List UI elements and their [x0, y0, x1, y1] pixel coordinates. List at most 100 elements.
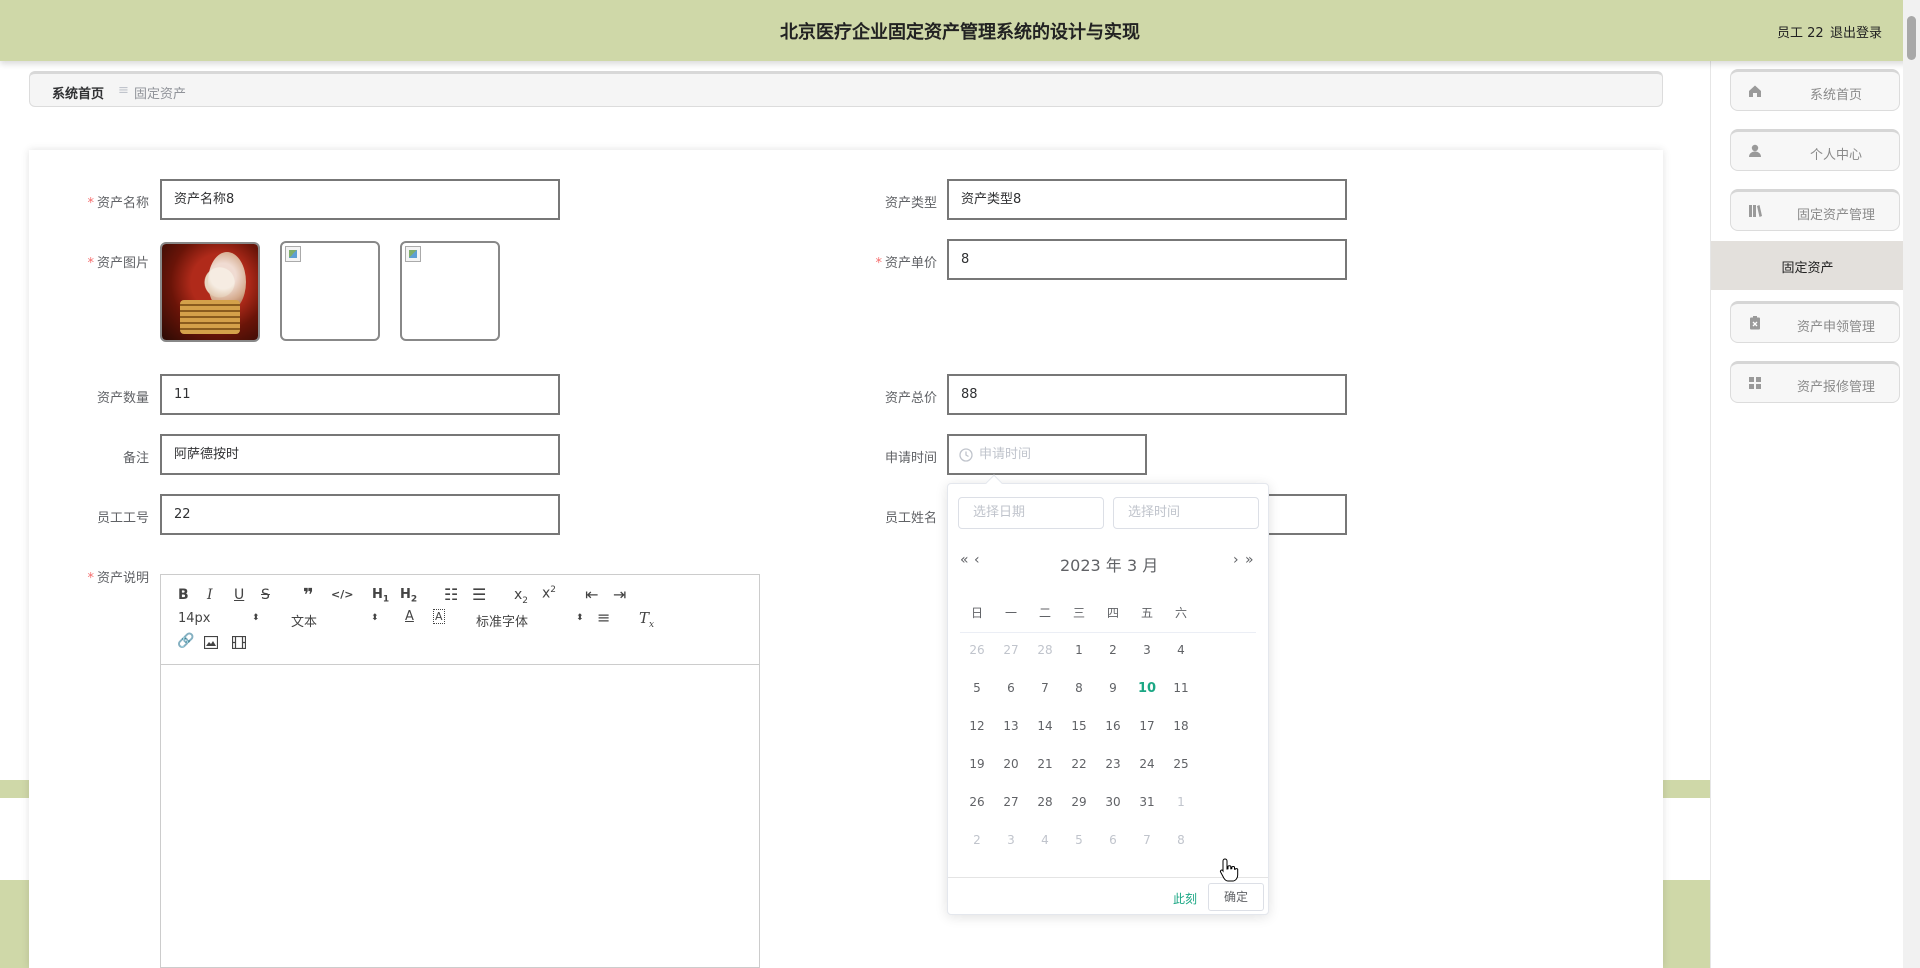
calendar-day[interactable]: 20 — [994, 757, 1028, 771]
calendar-day-today[interactable]: 10 — [1130, 681, 1164, 696]
calendar-day[interactable]: 17 — [1130, 719, 1164, 733]
page-scrollbar[interactable] — [1903, 0, 1920, 968]
calendar-day[interactable]: 21 — [1028, 757, 1062, 771]
calendar-day[interactable]: 28 — [1028, 795, 1062, 809]
calendar-day[interactable]: 22 — [1062, 757, 1096, 771]
prev-month-icon[interactable]: ‹ — [974, 552, 980, 568]
subscript-icon[interactable]: x2 — [514, 587, 528, 606]
sidebar-subitem-fixed-asset[interactable]: 固定资产 — [1711, 241, 1904, 290]
calendar-day[interactable]: 8 — [1164, 833, 1198, 847]
now-button[interactable]: 此刻 — [1173, 890, 1197, 907]
logout-link[interactable]: 退出登录 — [1830, 22, 1882, 41]
calendar-day[interactable]: 1 — [1062, 643, 1096, 657]
quantity-label: 资产数量 — [96, 391, 149, 406]
breadcrumb-home[interactable]: 系统首页 — [52, 83, 104, 102]
calendar-day[interactable]: 8 — [1062, 681, 1096, 695]
calendar-day[interactable]: 5 — [1062, 833, 1096, 847]
link-icon[interactable]: 🔗 — [177, 633, 194, 649]
calendar-day[interactable]: 24 — [1130, 757, 1164, 771]
bold-icon[interactable]: B — [178, 587, 189, 603]
picker-month-label[interactable]: 3 月 — [1127, 552, 1158, 576]
calendar-day[interactable]: 7 — [1028, 681, 1062, 695]
sidebar-item-profile[interactable]: 个人中心 — [1730, 129, 1900, 171]
calendar-day[interactable]: 3 — [1130, 643, 1164, 657]
indent-icon[interactable]: ⇥ — [613, 585, 626, 604]
calendar-day[interactable]: 6 — [1096, 833, 1130, 847]
confirm-button[interactable]: 确定 — [1208, 883, 1264, 911]
video-icon[interactable] — [232, 636, 246, 649]
calendar-day[interactable]: 3 — [994, 833, 1028, 847]
calendar-day[interactable]: 29 — [1062, 795, 1096, 809]
calendar-day[interactable]: 16 — [1096, 719, 1130, 733]
calendar-day[interactable]: 13 — [994, 719, 1028, 733]
calendar-day[interactable]: 18 — [1164, 719, 1198, 733]
picker-time-input[interactable]: 选择时间 — [1113, 497, 1259, 529]
calendar-day[interactable]: 12 — [960, 719, 994, 733]
editor-content-area[interactable] — [161, 666, 759, 967]
calendar-day[interactable]: 9 — [1096, 681, 1130, 695]
calendar-day[interactable]: 26 — [960, 643, 994, 657]
heading1-icon[interactable]: H1 — [372, 587, 389, 605]
calendar-day[interactable]: 4 — [1028, 833, 1062, 847]
quantity-input[interactable]: 11 — [160, 374, 560, 415]
calendar-day[interactable]: 31 — [1130, 795, 1164, 809]
calendar-day[interactable]: 28 — [1028, 643, 1062, 657]
asset-image-thumb-1[interactable] — [160, 242, 260, 342]
calendar-day[interactable]: 2 — [1096, 643, 1130, 657]
image-icon[interactable] — [204, 636, 218, 649]
employee-id-input[interactable]: 22 — [160, 494, 560, 535]
asset-name-input[interactable]: 资产名称8 — [160, 179, 560, 220]
font-family-select[interactable]: 标准字体 ⬍ — [476, 611, 584, 630]
font-size-select[interactable]: 14px ⬍ — [178, 611, 260, 626]
calendar-day[interactable]: 19 — [960, 757, 994, 771]
scrollbar-thumb[interactable] — [1907, 16, 1916, 60]
calendar-day[interactable]: 30 — [1096, 795, 1130, 809]
calendar-day[interactable]: 15 — [1062, 719, 1096, 733]
strike-icon[interactable]: S — [261, 587, 270, 603]
bullet-list-icon[interactable]: ☰ — [472, 585, 486, 604]
calendar-day[interactable]: 2 — [960, 833, 994, 847]
asset-image-thumb-3[interactable] — [400, 241, 500, 341]
clock-icon — [959, 448, 973, 462]
sidebar-item-asset-repair[interactable]: 资产报修管理 — [1730, 361, 1900, 403]
calendar-day[interactable]: 1 — [1164, 795, 1198, 809]
calendar-day[interactable]: 4 — [1164, 643, 1198, 657]
clear-format-icon[interactable]: Tx — [639, 609, 654, 630]
outdent-icon[interactable]: ⇤ — [585, 585, 598, 604]
sidebar-item-fixed-asset-management[interactable]: 固定资产管理 — [1730, 189, 1900, 231]
ordered-list-icon[interactable]: ☷ — [444, 585, 458, 604]
heading2-icon[interactable]: H2 — [400, 587, 417, 605]
calendar-day[interactable]: 7 — [1130, 833, 1164, 847]
font-color-icon[interactable]: A — [405, 609, 414, 624]
align-icon[interactable]: ≡ — [597, 608, 610, 627]
remark-input[interactable]: 阿萨德按时 — [160, 434, 560, 475]
calendar-day[interactable]: 23 — [1096, 757, 1130, 771]
calendar-day[interactable]: 14 — [1028, 719, 1062, 733]
calendar-day[interactable]: 27 — [994, 795, 1028, 809]
asset-image-thumb-2[interactable] — [280, 241, 380, 341]
superscript-icon[interactable]: x2 — [542, 585, 556, 602]
total-price-input[interactable]: 88 — [947, 374, 1347, 415]
unit-price-input[interactable]: 8 — [947, 239, 1347, 280]
picker-date-input[interactable]: 选择日期 — [958, 497, 1104, 529]
calendar-day[interactable]: 25 — [1164, 757, 1198, 771]
sidebar-item-home[interactable]: 系统首页 — [1730, 69, 1900, 111]
paragraph-select[interactable]: 文本 ⬍ — [291, 611, 379, 630]
picker-year-label[interactable]: 2023 年 — [1060, 552, 1122, 576]
calendar-day[interactable]: 5 — [960, 681, 994, 695]
apply-time-input[interactable]: 申请时间 — [947, 434, 1147, 475]
background-color-icon[interactable]: A — [433, 609, 445, 624]
calendar-day[interactable]: 27 — [994, 643, 1028, 657]
blockquote-icon[interactable]: ❞ — [303, 585, 314, 606]
sidebar-item-asset-claim[interactable]: 资产申领管理 — [1730, 301, 1900, 343]
asset-type-input[interactable]: 资产类型8 — [947, 179, 1347, 220]
code-block-icon[interactable]: </> — [331, 588, 353, 601]
underline-icon[interactable]: U — [234, 587, 244, 603]
calendar-day[interactable]: 11 — [1164, 681, 1198, 695]
next-month-icon[interactable]: › — [1233, 552, 1239, 568]
calendar-day[interactable]: 6 — [994, 681, 1028, 695]
calendar-day[interactable]: 26 — [960, 795, 994, 809]
next-year-icon[interactable]: » — [1245, 552, 1254, 568]
prev-year-icon[interactable]: « — [960, 552, 969, 568]
italic-icon[interactable]: I — [207, 587, 213, 603]
